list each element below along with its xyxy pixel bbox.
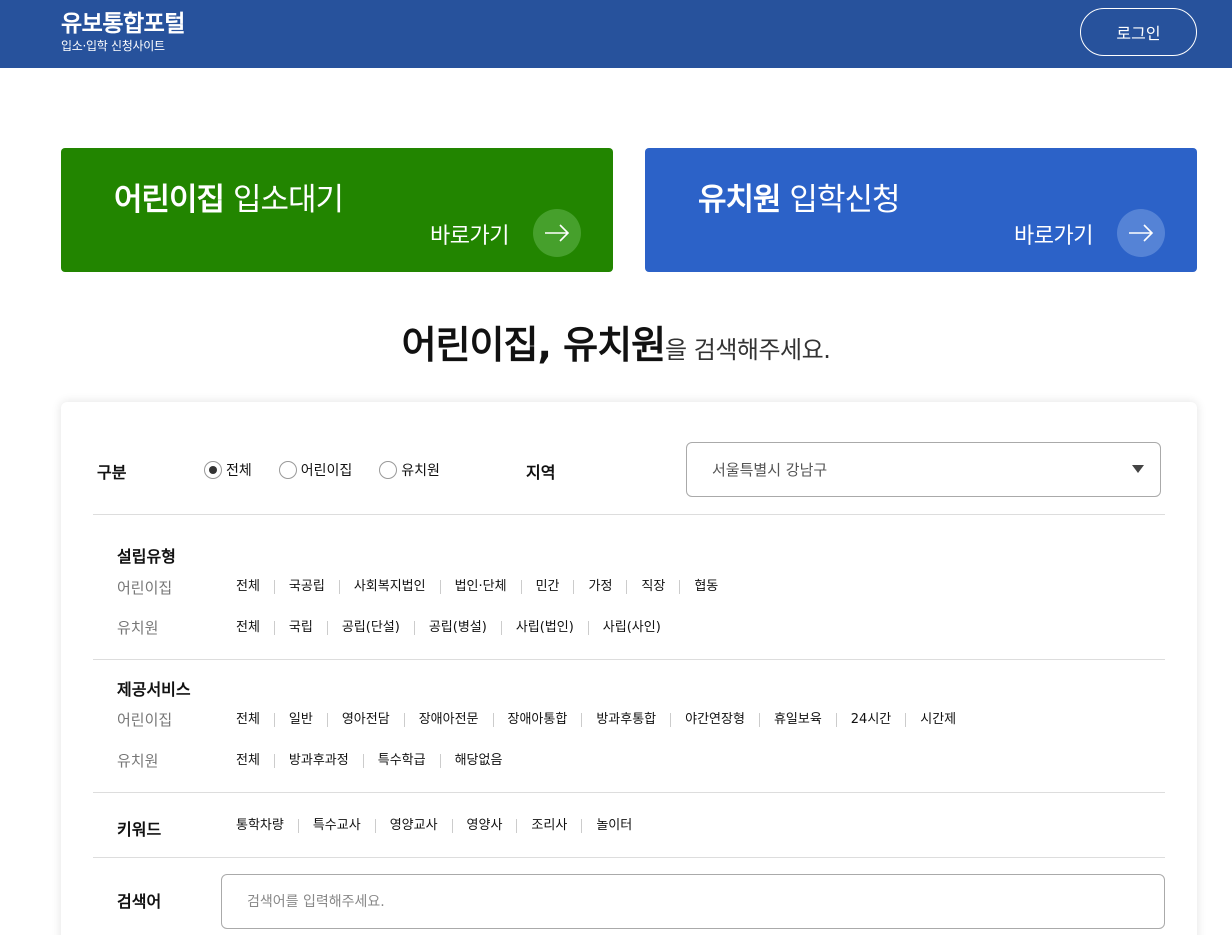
divider (93, 792, 1165, 793)
radio-circle-icon[interactable] (204, 461, 222, 479)
filter-option[interactable]: 사립(법인) (500, 621, 588, 635)
services-title: 제공서비스 (117, 680, 191, 699)
filter-option[interactable]: 장애아통합 (492, 713, 582, 727)
kindergarten-card-title-light: 입학신청 (789, 182, 900, 218)
filter-option[interactable]: 민간 (520, 580, 574, 594)
filter-option[interactable]: 사립(사인) (587, 621, 675, 635)
filter-option[interactable]: 공립(단설) (326, 621, 414, 635)
filter-option[interactable]: 조리사 (516, 819, 581, 833)
arrow-right-icon[interactable] (1117, 209, 1165, 257)
services-kinder-label: 유치원 (117, 752, 159, 770)
filter-option[interactable]: 가정 (573, 580, 626, 594)
filter-option[interactable]: 해당없음 (439, 754, 517, 768)
filter-option[interactable]: 방과후통합 (581, 713, 670, 727)
establishment-title: 설립유형 (117, 547, 176, 566)
keyword-options: 통학차량 특수교사 영양교사 영양사 조리사 놀이터 (222, 819, 646, 833)
filter-option[interactable]: 휴일보육 (758, 713, 836, 727)
radio-kindergarten-label: 유치원 (401, 463, 440, 479)
daycare-waitlist-card[interactable]: 어린이집 입소대기 바로가기 (61, 148, 613, 272)
region-label: 지역 (526, 463, 556, 482)
filter-option[interactable]: 통학차량 (222, 819, 298, 833)
kindergarten-apply-card[interactable]: 유치원 입학신청 바로가기 (645, 148, 1197, 272)
region-select[interactable]: 서울특별시 강남구 (686, 442, 1161, 497)
site-header: 유보통합포털 입소·입학 신청사이트 로그인 (0, 0, 1232, 68)
establishment-daycare-label: 어린이집 (117, 579, 173, 597)
filter-option[interactable]: 장애아전문 (403, 713, 493, 727)
radio-daycare-label: 어린이집 (300, 463, 353, 479)
establishment-daycare-options: 전체 국공립 사회복지법인 법인·단체 민간 가정 직장 협동 (222, 580, 732, 594)
caret-down-icon (1132, 465, 1144, 473)
search-heading-rest: 을 검색해주세요. (665, 336, 831, 364)
region-select-value: 서울특별시 강남구 (712, 461, 828, 479)
filter-option[interactable]: 사회복지법인 (338, 580, 440, 594)
kindergarten-card-title: 유치원 입학신청 (698, 174, 901, 219)
filter-option[interactable]: 영양교사 (374, 819, 452, 833)
filter-option[interactable]: 시간제 (905, 713, 970, 727)
daycare-card-go-label: 바로가기 (430, 224, 509, 249)
divider (93, 659, 1165, 660)
radio-all-label: 전체 (226, 463, 252, 479)
daycare-card-title-light: 입소대기 (232, 182, 344, 218)
filter-option[interactable]: 특수학급 (362, 754, 440, 768)
filter-option[interactable]: 24시간 (835, 713, 905, 727)
filter-option[interactable]: 영양사 (451, 819, 517, 833)
filter-option[interactable]: 전체 (222, 621, 274, 635)
daycare-card-title: 어린이집 입소대기 (114, 174, 344, 219)
filter-option[interactable]: 특수교사 (297, 819, 375, 833)
kindergarten-card-go-label: 바로가기 (1014, 224, 1093, 249)
establishment-kinder-label: 유치원 (117, 619, 159, 637)
radio-all[interactable]: 전체 (204, 460, 252, 480)
filter-option[interactable]: 직장 (626, 580, 679, 594)
radio-kindergarten[interactable]: 유치원 (379, 460, 440, 480)
search-heading-strong: 어린이집, 유치원 (401, 323, 666, 367)
filter-option[interactable]: 전체 (222, 580, 274, 594)
filter-option[interactable]: 공립(병설) (413, 621, 501, 635)
login-button[interactable]: 로그인 (1080, 8, 1197, 56)
search-panel: 구분 전체 어린이집 유치원 지역 서울특별시 강남구 설립유형 어린이집 전체… (61, 402, 1197, 935)
filter-option[interactable]: 방과후과정 (273, 754, 363, 768)
daycare-card-title-bold: 어린이집 (114, 182, 225, 218)
filter-option[interactable]: 일반 (273, 713, 327, 727)
site-title[interactable]: 유보통합포털 (61, 4, 185, 38)
filter-option[interactable]: 영아전담 (326, 713, 404, 727)
establishment-kinder-options: 전체 국립 공립(단설) 공립(병설) 사립(법인) 사립(사인) (222, 621, 675, 635)
kindergarten-card-title-bold: 유치원 (698, 182, 782, 218)
filter-option[interactable]: 협동 (679, 580, 732, 594)
filter-option[interactable]: 국공립 (273, 580, 339, 594)
services-daycare-label: 어린이집 (117, 711, 173, 729)
filter-option[interactable]: 놀이터 (581, 819, 646, 833)
radio-circle-icon[interactable] (278, 461, 297, 479)
site-subtitle: 입소·입학 신청사이트 (61, 39, 165, 53)
radio-daycare[interactable]: 어린이집 (278, 460, 353, 480)
divider (93, 514, 1165, 515)
keyword-title: 키워드 (117, 820, 162, 839)
radio-circle-icon[interactable] (379, 461, 398, 479)
services-daycare-options: 전체 일반 영아전담 장애아전문 장애아통합 방과후통합 야간연장형 휴일보육 24시간 시간제 (222, 713, 970, 727)
category-radio-group: 전체 어린이집 유치원 (204, 460, 467, 480)
filter-option[interactable]: 전체 (222, 713, 274, 727)
search-heading: 어린이집, 유치원을 검색해주세요. (0, 314, 1232, 369)
arrow-right-icon[interactable] (533, 209, 581, 257)
filter-option[interactable]: 야간연장형 (670, 713, 759, 727)
filter-option[interactable]: 전체 (222, 754, 274, 768)
divider (93, 857, 1165, 858)
category-label: 구분 (97, 463, 127, 482)
filter-option[interactable]: 법인·단체 (439, 580, 521, 594)
filter-option[interactable]: 국립 (273, 621, 327, 635)
search-term-label: 검색어 (117, 892, 162, 911)
search-input[interactable] (221, 874, 1165, 929)
services-kinder-options: 전체 방과후과정 특수학급 해당없음 (222, 754, 516, 768)
